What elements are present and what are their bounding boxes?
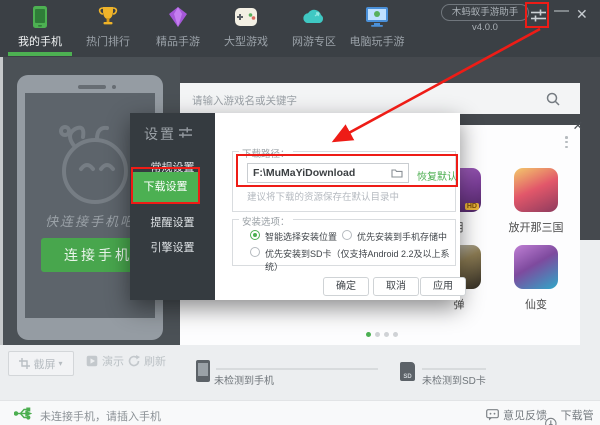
screenshot-button[interactable]: 截屏 ▾ [8,351,74,376]
content-right-margin [580,125,600,240]
feedback-button[interactable]: 意见反馈 [486,407,547,423]
radio-label[interactable]: 优先安装到手机存储中 [357,230,447,243]
radio-label[interactable]: 智能选择安装位置 [265,230,337,243]
pagination-dots[interactable] [366,332,398,337]
annotation-box-path-input [236,154,458,187]
refresh-icon [128,355,140,367]
phone-status-label: 未检测到手机 [214,372,274,387]
install-options-label: 安装选项： [239,214,293,228]
download-manager-label: 下载管理 [561,407,600,425]
sliders-icon [179,126,192,139]
sdcard-status-label: 未检测到SD卡 [422,372,486,387]
feedback-label: 意见反馈 [503,407,547,423]
crop-icon [19,358,30,369]
connection-line [422,368,486,370]
monitor-icon [344,4,410,30]
search-icon[interactable] [546,92,560,106]
game-icon[interactable] [514,245,558,289]
phone-icon [8,4,72,30]
tab-label: 大型游戏 [214,33,278,49]
trophy-icon [76,4,140,30]
tab-my-phone[interactable]: 我的手机 [8,4,72,54]
gem-icon [146,4,210,30]
active-tab-underline [8,52,72,56]
usb-icon [14,406,32,421]
more-options-icon[interactable] [565,136,568,150]
chevron-down-icon: ▾ [58,359,62,368]
radio-smart-install[interactable] [250,230,260,240]
play-icon [86,355,98,367]
radio-phone-storage[interactable] [342,230,352,240]
tab-label: 网游专区 [282,33,346,49]
app-window: 我的手机 热门排行 精品手游 大型游戏 网游专区 [0,0,600,425]
settings-tab-reminder[interactable]: 提醒设置 [130,214,215,230]
demo-label: 演示 [102,353,124,369]
settings-title: 设置 [144,124,176,144]
window-left-edge [0,57,3,345]
minimize-icon[interactable]: — [554,4,569,18]
refresh-label: 刷新 [144,353,166,369]
tab-label: 我的手机 [8,33,72,49]
tab-label: 精品手游 [146,33,210,49]
sdcard-icon: SD [400,362,415,381]
tab-online-games[interactable]: 网游专区 [282,4,346,54]
tab-pc-play[interactable]: 电脑玩手游 [344,4,410,54]
phone-camera-dot [112,85,116,89]
connection-line [216,368,378,370]
phone-speaker [78,85,106,89]
settings-tab-engine[interactable]: 引擎设置 [130,239,215,255]
refresh-button[interactable]: 刷新 [128,353,166,369]
mumayi-mascot-icon [51,121,133,207]
search-bar[interactable]: 请输入游戏名或关键字 [180,83,580,114]
demo-button[interactable]: 演示 [86,353,124,369]
settings-dialog: 设置 常规设置 下载设置 提醒设置 引擎设置 ✕ 下载路径： F:\MuMaYi… [130,113,460,300]
screenshot-label: 截屏 [33,356,55,372]
download-icon [545,417,557,425]
game-title[interactable]: 放开那三国 [504,219,568,235]
annotation-box-download-tab [131,167,200,204]
radio-label[interactable]: 优先安装到SD卡（仅支持Android 2.2及以上系统） [265,247,460,273]
bottom-strip: 截屏 ▾ 演示 刷新 未检测到手机 SD 未检测到SD卡 [0,345,600,400]
apply-button[interactable]: 应用 [420,277,466,296]
annotation-box-settings-icon [525,2,549,28]
tab-premium-games[interactable]: 精品手游 [146,4,210,54]
cancel-button[interactable]: 取消 [373,277,419,296]
chat-icon [486,409,499,421]
game-icon[interactable] [514,168,558,212]
titlebar: 我的手机 热门排行 精品手游 大型游戏 网游专区 [0,0,600,57]
tab-large-games[interactable]: 大型游戏 [214,4,278,54]
status-bar: 未连接手机，请插入手机 意见反馈 下载管理 [0,400,600,425]
path-hint-text: 建议将下载的资源保存在默认目录中 [247,189,399,203]
radio-sdcard-install[interactable] [250,247,260,257]
tab-label: 热门排行 [76,33,140,49]
tab-hot-ranking[interactable]: 热门排行 [76,4,140,54]
connection-status-text: 未连接手机，请插入手机 [40,408,161,424]
tab-label: 电脑玩手游 [344,33,410,49]
search-placeholder: 请输入游戏名或关键字 [192,93,297,108]
ok-button[interactable]: 确定 [323,277,369,296]
phone-device-icon [196,360,210,382]
settings-sidebar: 设置 常规设置 下载设置 提醒设置 引擎设置 [130,113,215,300]
download-manager-button[interactable]: 下载管理 [545,407,600,425]
app-title: 木蚂蚁手游助手v4.0.0 [441,4,529,21]
game-title[interactable]: 仙变 [504,296,568,312]
gamepad-icon [214,4,278,30]
dialog-close-icon[interactable]: ✕ [570,118,586,134]
cloud-icon [282,4,346,30]
close-icon[interactable]: ✕ [576,7,588,21]
